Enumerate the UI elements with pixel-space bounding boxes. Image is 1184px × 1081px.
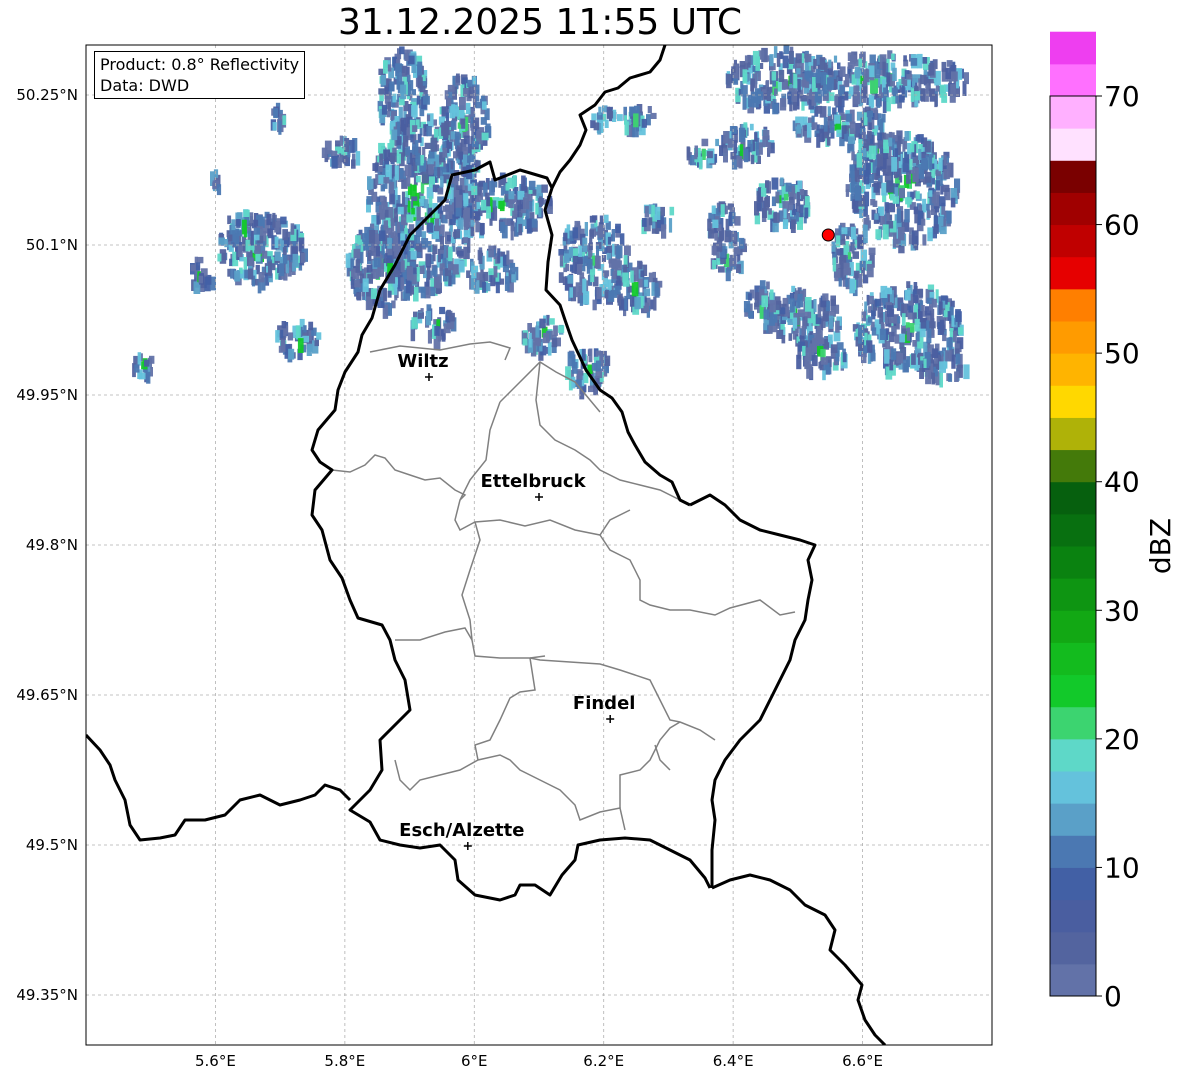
city-label: Findel: [573, 693, 636, 714]
colorbar-segment: [1050, 931, 1096, 965]
radar-site-dot: [821, 228, 835, 242]
radar-figure: Wiltz Ettelbruck Findel Esch/Alzette 5.6°E 5…: [16, 31, 1177, 1070]
colorbar-tick-label: 20: [1104, 723, 1140, 756]
colorbar-segment: [1050, 706, 1096, 740]
colorbar-segment: [1050, 578, 1096, 611]
colorbar-tick-label: 40: [1104, 466, 1140, 499]
colorbar-segment: [1050, 256, 1096, 290]
lat-tick-label: 49.95°N: [16, 386, 78, 404]
colorbar-segment: [1050, 288, 1096, 322]
colorbar-segment: [1050, 96, 1096, 129]
colorbar-segment: [1050, 321, 1096, 354]
map-plot-area[interactable]: Wiltz Ettelbruck Findel Esch/Alzette: [85, 44, 993, 1046]
product-label: Product: 0.8° Reflectivity: [100, 55, 300, 74]
colorbar-segment: [1050, 31, 1096, 65]
lat-tick-label: 50.25°N: [16, 86, 78, 104]
colorbar-segment: [1050, 160, 1096, 193]
colorbar-segment: [1050, 481, 1096, 515]
colorbar-segment: [1050, 385, 1096, 418]
colorbar-tick-label: 10: [1104, 851, 1140, 884]
radar-site-marker: [821, 228, 835, 242]
colorbar-segment: [1050, 738, 1096, 772]
lat-tick-label: 50.1°N: [26, 236, 78, 254]
lon-tick-label: 6.2°E: [583, 1052, 624, 1070]
colorbar-segment: [1050, 771, 1096, 804]
lat-tick-label: 49.35°N: [16, 986, 78, 1004]
colorbar-segment: [1050, 899, 1096, 933]
colorbar-segment: [1050, 63, 1096, 97]
colorbar-segment: [1050, 674, 1096, 708]
colorbar-segment: [1050, 610, 1096, 643]
colorbar-segment: [1050, 546, 1096, 579]
lon-tick-label: 5.6°E: [195, 1052, 236, 1070]
lon-tick-label: 5.8°E: [324, 1052, 365, 1070]
lat-tick-label: 49.8°N: [26, 536, 78, 554]
colorbar: 0 10 20 30 40 50 60 70 dBZ: [1049, 31, 1177, 1013]
city-label: Ettelbruck: [480, 471, 586, 492]
colorbar-segment: [1050, 835, 1096, 868]
colorbar-tick-label: 50: [1104, 337, 1140, 370]
colorbar-tick-label: 60: [1104, 209, 1140, 242]
colorbar-segment: [1050, 192, 1096, 226]
lat-tick-label: 49.5°N: [26, 836, 78, 854]
product-info-box: Product: 0.8° Reflectivity Data: DWD: [94, 51, 306, 99]
colorbar-segment: [1050, 128, 1096, 161]
city-label: Wiltz: [397, 351, 448, 372]
colorbar-segment: [1050, 417, 1096, 451]
colorbar-segment: [1050, 353, 1096, 386]
lon-tick-label: 6.6°E: [842, 1052, 883, 1070]
colorbar-segment: [1050, 803, 1096, 836]
colorbar-segment: [1050, 224, 1096, 258]
colorbar-tick-label: 0: [1104, 980, 1122, 1013]
colorbar-tick-label: 30: [1104, 594, 1140, 627]
colorbar-segment: [1050, 963, 1096, 997]
colorbar-segment: [1050, 867, 1096, 901]
colorbar-segment: [1050, 449, 1096, 483]
lat-tick-label: 49.65°N: [16, 686, 78, 704]
colorbar-segment: [1050, 513, 1096, 547]
data-source-label: Data: DWD: [100, 76, 190, 95]
colorbar-segment: [1050, 642, 1096, 676]
city-label: Esch/Alzette: [399, 820, 524, 841]
colorbar-label: dBZ: [1144, 518, 1177, 574]
lon-tick-label: 6.4°E: [713, 1052, 754, 1070]
lon-tick-label: 6°E: [461, 1052, 488, 1070]
colorbar-tick-label: 70: [1104, 80, 1140, 113]
